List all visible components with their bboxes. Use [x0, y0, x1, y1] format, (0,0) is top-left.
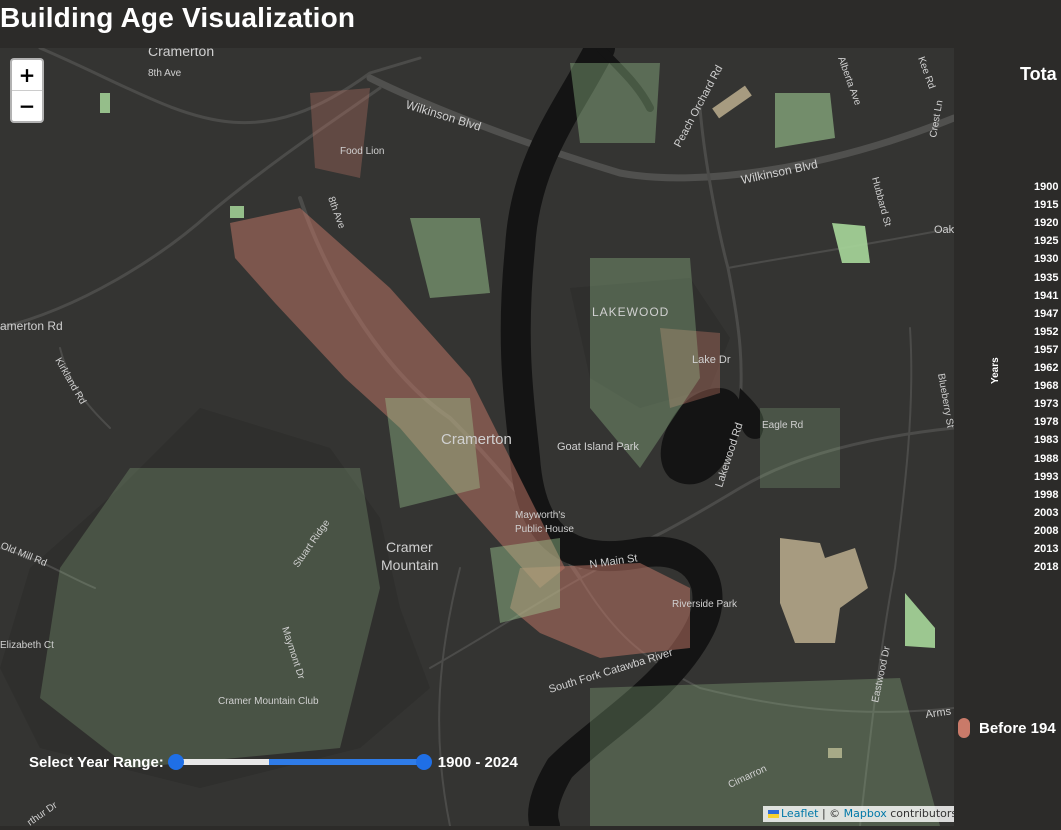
map-label-old-mill-rd: Old Mill Rd — [0, 541, 48, 570]
chart-tick-label: 2018 — [1034, 561, 1059, 574]
year-range-slider-fill — [268, 759, 426, 765]
chart-tick-label: 1920 — [1034, 217, 1059, 230]
map-label-wilkinson-blvd: Wilkinson Blvd — [404, 97, 483, 133]
map-canvas[interactable]: Cramerton 8th Ave Wilkinson Blvd Wilkins… — [0, 48, 954, 826]
map-attribution: Leaflet | © Mapbox contributors — [763, 806, 963, 822]
attribution-separator: | © — [818, 807, 844, 820]
map-label-kee-rd: Kee Rd — [915, 55, 937, 90]
chart-tick-label: 1957 — [1034, 343, 1059, 356]
chart-title: Tota — [1020, 64, 1057, 84]
chart-tick-label: 1947 — [1034, 307, 1059, 320]
map-label-8th-ave: 8th Ave — [148, 68, 182, 79]
map-label-blueberry-st: Blueberry St — [935, 373, 954, 429]
map-label-riverside-park: Riverside Park — [672, 599, 738, 610]
chart-tick-label: 1935 — [1034, 271, 1059, 284]
map-label-hubbard-st: Hubbard St — [869, 176, 893, 228]
map-label-alberta-ave: Alberta Ave — [835, 55, 863, 107]
legend-swatch-before-1940 — [958, 718, 970, 738]
map-label-eagle-rd: Eagle Rd — [762, 420, 803, 431]
map-label-public-house: Public House — [515, 524, 574, 535]
map-label-armstrong: Arms — [925, 705, 953, 721]
leaflet-link[interactable]: Leaflet — [781, 807, 818, 820]
chart-tick-label: 1930 — [1034, 253, 1059, 266]
legend-label: Before 194 — [979, 719, 1056, 737]
year-range-min-handle[interactable] — [167, 754, 184, 770]
attribution-suffix: contributors — [886, 807, 958, 820]
zoom-control: + − — [10, 58, 44, 123]
chart-tick-label: 1952 — [1034, 325, 1059, 338]
chart-tick-label: 1925 — [1034, 235, 1059, 248]
year-range-control: Select Year Range: 1900 - 2024 — [29, 752, 518, 772]
year-range-slider[interactable] — [167, 754, 432, 770]
map-label-cramer-mountain-2: Mountain — [381, 557, 439, 573]
map-label-cramerton-top: Cramerton — [148, 48, 214, 59]
year-range-label: Select Year Range: — [29, 753, 164, 771]
map-view[interactable]: Cramerton 8th Ave Wilkinson Blvd Wilkins… — [0, 48, 954, 826]
map-label-cramerton-rd: amerton Rd — [0, 319, 63, 333]
map-label-elizabeth-ct: Elizabeth Ct — [0, 640, 54, 651]
map-label-food-lion: Food Lion — [340, 146, 384, 157]
map-label-cramerton-center: Cramerton — [441, 431, 512, 448]
map-label-oak: Oak — [934, 224, 954, 236]
chart-tick-label: 1998 — [1034, 488, 1059, 501]
chart-tick-label: 1978 — [1034, 416, 1059, 429]
map-label-goat-island: Goat Island Park — [557, 441, 639, 453]
chart-tick-label: 1900 — [1034, 181, 1059, 193]
chart-tick-label: 1962 — [1034, 362, 1059, 374]
year-range-max-handle[interactable] — [415, 754, 432, 770]
map-label-wilkinson-blvd-2: Wilkinson Blvd — [740, 157, 819, 187]
chart-tick-label: 1988 — [1034, 452, 1059, 465]
mapbox-link[interactable]: Mapbox — [844, 807, 887, 820]
chart-tick-label: 1993 — [1034, 470, 1059, 483]
map-label-cramer-mountain-1: Cramer — [386, 539, 433, 555]
year-range-value: 1900 - 2024 — [437, 753, 518, 771]
zoom-out-button[interactable]: − — [12, 90, 42, 121]
legend: Before 194 — [958, 718, 1056, 738]
chart-tick-label: 1941 — [1034, 289, 1059, 302]
ukraine-flag-icon — [768, 810, 779, 818]
chart-tick-label: 1973 — [1034, 398, 1059, 411]
map-label-lake-dr: Lake Dr — [692, 354, 731, 366]
chart-tick-label: 2013 — [1034, 543, 1059, 555]
map-label-lakewood-area: LAKEWOOD — [592, 305, 669, 319]
chart-tick-label: 2003 — [1034, 506, 1059, 519]
map-label-mayworths: Mayworth's — [515, 510, 565, 521]
chart-axis-label: Years — [990, 357, 1001, 384]
chart-tick-label: 2008 — [1034, 524, 1059, 537]
map-label-kirkland-rd: Kirkland Rd — [52, 356, 87, 406]
map-label-arthur-dr: rthur Dr — [25, 800, 60, 826]
chart-tick-label: 1968 — [1034, 380, 1059, 393]
chart-tick-label: 1983 — [1034, 434, 1059, 447]
zoom-in-button[interactable]: + — [12, 60, 42, 90]
page-title: Building Age Visualization — [0, 2, 356, 33]
chart-tick-label: 1915 — [1034, 199, 1059, 212]
map-label-cramer-mountain-club: Cramer Mountain Club — [218, 696, 319, 707]
map-label-8th-ave-2: 8th Ave — [325, 195, 347, 230]
chart-panel: Tota Years 1900 1915 1920 1925 1930 1935 1941 1… — [954, 48, 1061, 830]
